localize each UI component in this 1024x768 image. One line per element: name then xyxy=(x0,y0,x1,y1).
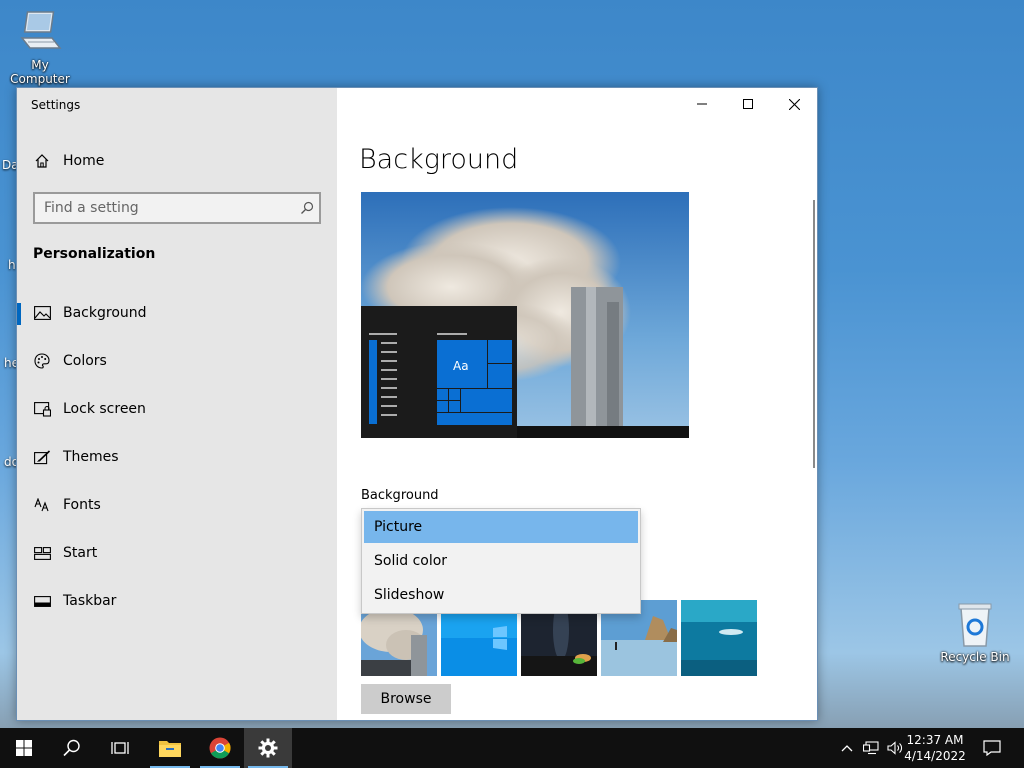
network-icon xyxy=(863,741,879,755)
file-explorer-button[interactable] xyxy=(146,728,194,768)
close-icon xyxy=(788,98,800,110)
task-view-icon xyxy=(111,742,129,754)
sidebar-item-colors[interactable]: Colors xyxy=(17,341,337,381)
taskbar-icon xyxy=(33,592,51,610)
sidebar-item-label: Background xyxy=(63,305,147,321)
clock[interactable]: 12:37 AM 4/14/2022 xyxy=(900,732,970,764)
image-icon xyxy=(33,304,51,322)
page-title: Background xyxy=(359,144,519,175)
start-icon xyxy=(33,544,51,562)
taskbar-search-button[interactable] xyxy=(48,728,96,768)
dropdown-option-picture[interactable]: Picture xyxy=(364,511,638,543)
scrollbar[interactable] xyxy=(813,200,815,468)
windows-logo-icon xyxy=(16,740,32,756)
maximize-icon xyxy=(743,99,753,109)
desktop-icon-label: Recycle Bin xyxy=(940,650,1010,664)
background-label: Background xyxy=(361,488,439,503)
maximize-button[interactable] xyxy=(725,88,771,120)
thumbnail-underwater[interactable] xyxy=(681,600,757,676)
desktop-icon-recycle-bin[interactable]: Recycle Bin xyxy=(935,600,1015,664)
settings-content: Background Aa Background Picture Solid c… xyxy=(337,88,817,720)
chrome-icon xyxy=(209,737,231,759)
sidebar-item-start[interactable]: Start xyxy=(17,533,337,573)
fonts-icon xyxy=(33,496,51,514)
close-button[interactable] xyxy=(771,88,817,120)
desktop-icon-my-computer[interactable]: My Computer xyxy=(0,8,80,86)
preview-image xyxy=(361,192,689,438)
section-heading: Personalization xyxy=(33,246,156,262)
sidebar-item-label: Colors xyxy=(63,353,107,369)
file-explorer-icon xyxy=(159,741,181,757)
home-icon xyxy=(33,152,51,170)
settings-gear-icon xyxy=(258,738,278,758)
sidebar-item-label: Themes xyxy=(63,449,119,465)
network-button[interactable] xyxy=(860,728,882,768)
sidebar-item-lock-screen[interactable]: Lock screen xyxy=(17,389,337,429)
clock-date: 4/14/2022 xyxy=(904,749,966,763)
desktop-partial-label: h xyxy=(8,258,16,272)
sidebar-item-fonts[interactable]: Fonts xyxy=(17,485,337,525)
show-hidden-icons-button[interactable] xyxy=(836,728,858,768)
preview-tile-text: Aa xyxy=(453,359,469,373)
sidebar-item-label: Taskbar xyxy=(63,593,117,609)
taskbar: 12:37 AM 4/14/2022 xyxy=(0,728,1024,768)
dropdown-option-solid-color[interactable]: Solid color xyxy=(364,545,638,577)
sidebar-item-label: Lock screen xyxy=(63,401,146,417)
background-type-dropdown[interactable]: Picture Solid color Slideshow xyxy=(361,508,641,614)
desktop-preview: Aa xyxy=(361,192,689,438)
desktop-icon-label: My Computer xyxy=(10,58,70,86)
themes-icon xyxy=(33,448,51,466)
clock-time: 12:37 AM xyxy=(906,733,964,747)
settings-taskbar-button[interactable] xyxy=(244,728,292,768)
lock-screen-icon xyxy=(33,400,51,418)
search-box[interactable] xyxy=(33,192,321,224)
settings-sidebar: Settings Home Personalization Background xyxy=(17,88,337,720)
computer-icon xyxy=(20,11,62,49)
sidebar-item-background[interactable]: Background xyxy=(17,293,337,333)
browse-button[interactable]: Browse xyxy=(361,684,451,714)
sidebar-item-taskbar[interactable]: Taskbar xyxy=(17,581,337,621)
settings-window: Settings Home Personalization Background xyxy=(16,87,818,721)
sidebar-item-label: Fonts xyxy=(63,497,101,513)
chevron-up-icon xyxy=(841,745,853,752)
dropdown-option-slideshow[interactable]: Slideshow xyxy=(364,579,638,611)
palette-icon xyxy=(33,352,51,370)
sidebar-item-home[interactable]: Home xyxy=(17,141,337,181)
window-title: Settings xyxy=(31,98,81,112)
minimize-icon xyxy=(697,103,707,105)
start-button[interactable] xyxy=(0,728,48,768)
search-input[interactable] xyxy=(35,200,295,216)
minimize-button[interactable] xyxy=(679,88,725,120)
recycle-bin-icon xyxy=(958,603,992,647)
task-view-button[interactable] xyxy=(96,728,144,768)
sidebar-item-label: Home xyxy=(63,153,105,169)
search-icon xyxy=(63,739,80,757)
search-icon[interactable] xyxy=(295,201,319,215)
sidebar-item-themes[interactable]: Themes xyxy=(17,437,337,477)
sidebar-item-label: Start xyxy=(63,545,98,561)
notification-icon xyxy=(983,740,1001,756)
notifications-button[interactable] xyxy=(976,728,1008,768)
chrome-button[interactable] xyxy=(196,728,244,768)
